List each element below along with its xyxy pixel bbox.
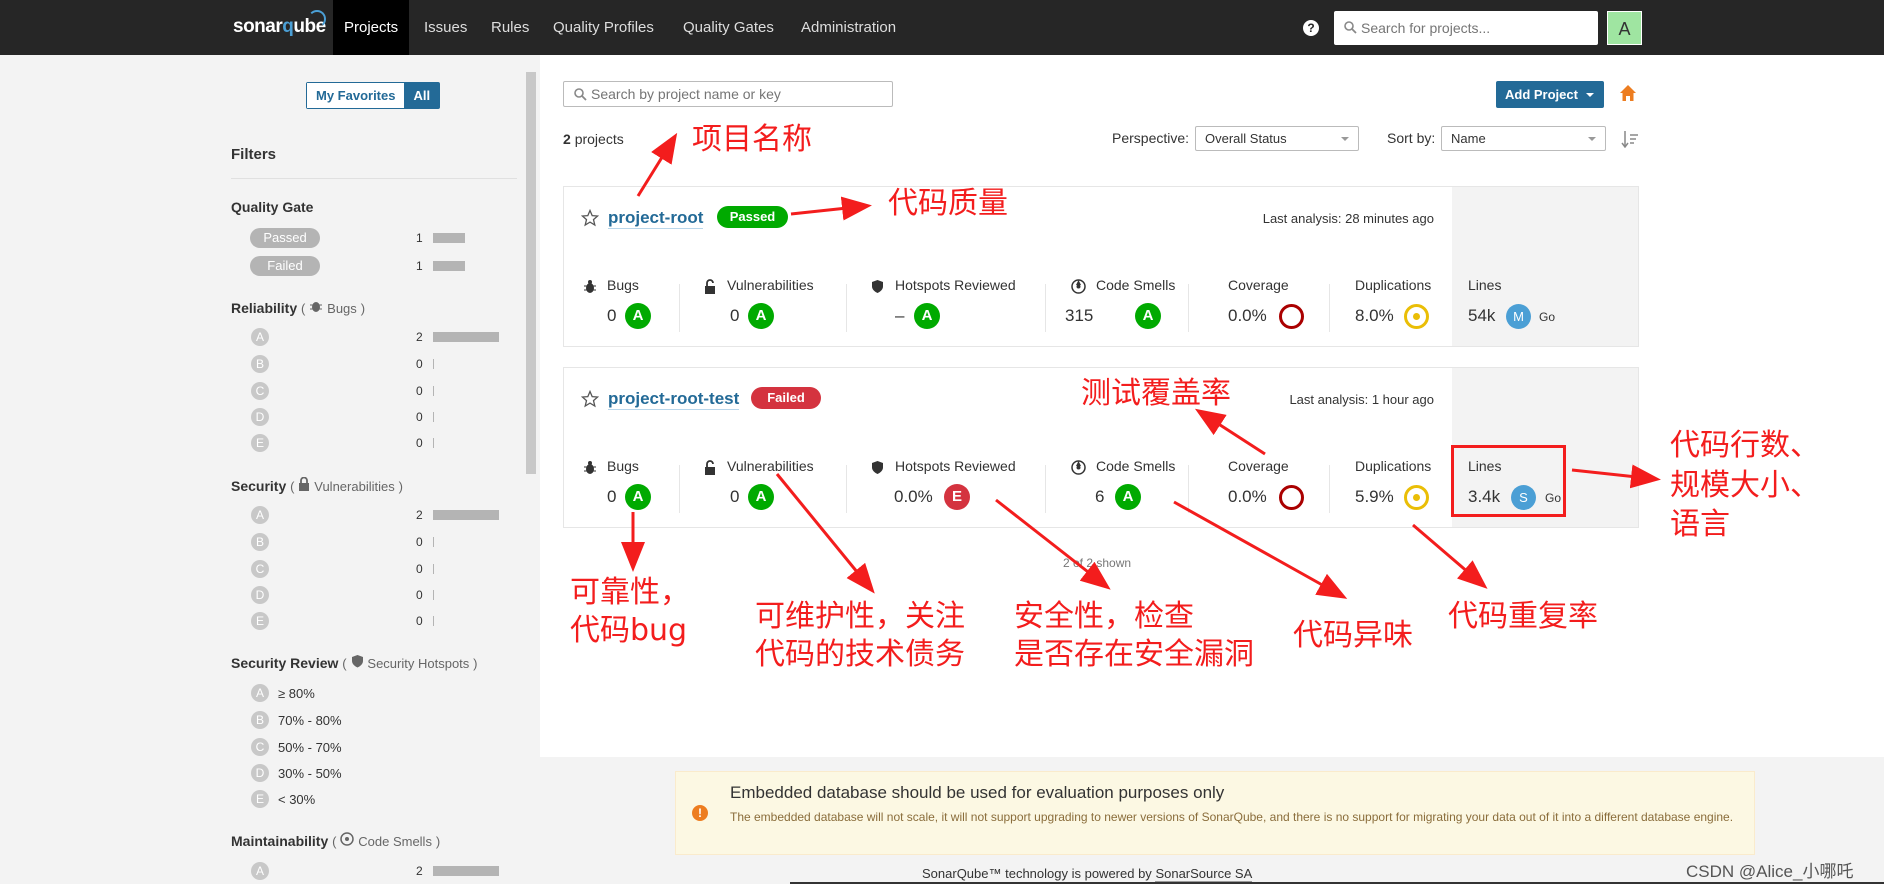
annotation-security-1: 安全性，检查 xyxy=(1014,599,1194,634)
annotation-test-coverage: 测试覆盖率 xyxy=(1081,376,1231,411)
annotation-security-2: 是否存在安全漏洞 xyxy=(1014,637,1254,672)
annotation-maintainability-1: 可维护性，关注 xyxy=(755,599,965,634)
annotation-arrows xyxy=(621,132,1661,599)
annotation-code-quality: 代码质量 xyxy=(888,186,1008,221)
annotation-reliability-1: 可靠性， xyxy=(570,575,690,610)
annotation-project-name: 项目名称 xyxy=(692,122,812,157)
annotation-reliability-2: 代码bug xyxy=(570,613,688,648)
annotation-lines-2: 规模大小、 xyxy=(1670,468,1820,503)
annotation-lines-1: 代码行数、 xyxy=(1670,428,1820,463)
annotation-duplication: 代码重复率 xyxy=(1448,599,1598,634)
annotation-code-smells: 代码异味 xyxy=(1293,618,1413,653)
annotation-lines-3: 语言 xyxy=(1670,507,1730,542)
annotation-maintainability-2: 代码的技术债务 xyxy=(755,637,965,672)
